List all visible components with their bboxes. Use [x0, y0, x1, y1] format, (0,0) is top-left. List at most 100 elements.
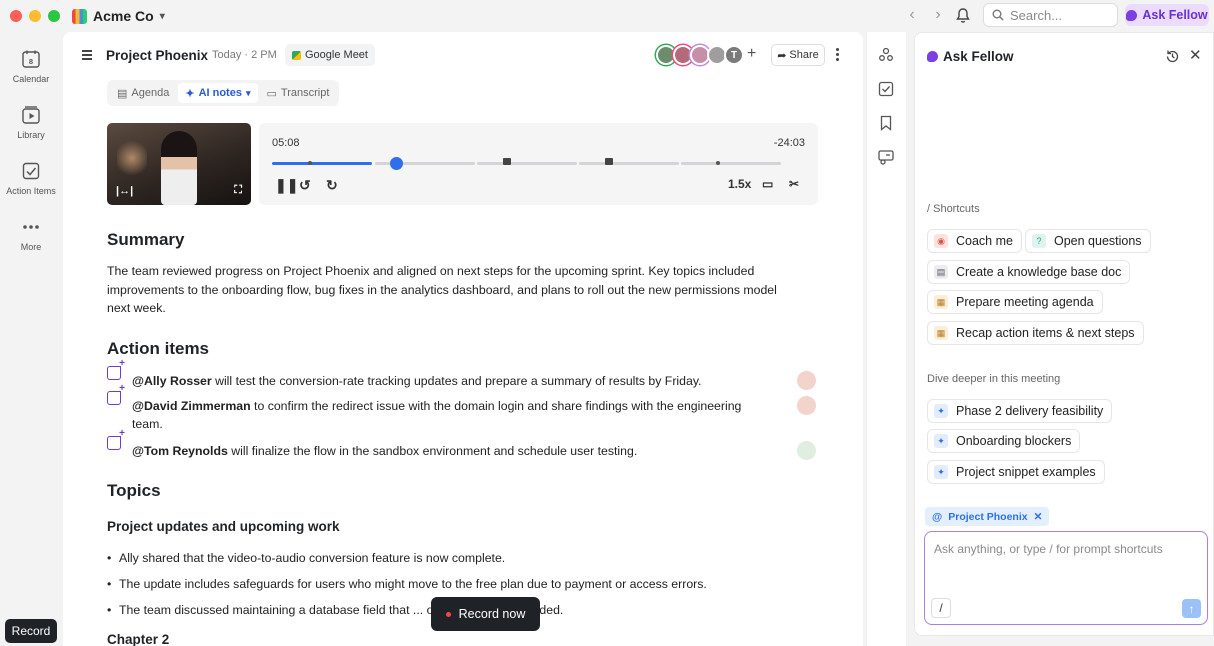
send-button[interactable]: ↑ — [1182, 599, 1201, 618]
transcript-icon: ▭ — [266, 87, 277, 100]
ask-fellow-button[interactable]: Ask Fellow — [1125, 4, 1209, 26]
shortcut-knowledge-doc[interactable]: ▤ Create a knowledge base doc — [927, 260, 1131, 284]
add-action-icon[interactable] — [107, 358, 125, 380]
shortcuts-label: / Shortcuts — [927, 203, 980, 215]
record-now-label: Record now — [458, 607, 526, 621]
rewind-15-icon[interactable]: ↺ — [299, 177, 311, 194]
calendar-icon: 8 — [22, 50, 40, 68]
participants[interactable]: T + — [656, 45, 756, 65]
ask-fellow-panel: Ask Fellow ✕ / Shortcuts ◉ Coach me ? Op… — [914, 32, 1214, 636]
back-arrow-icon[interactable]: ‹ — [902, 6, 922, 24]
expand-width-icon[interactable]: |↔| — [116, 185, 133, 197]
more-options-icon[interactable] — [836, 48, 840, 63]
presenter-icon[interactable] — [877, 148, 895, 166]
forward-arrow-icon[interactable]: › — [928, 6, 948, 24]
tab-agenda[interactable]: ▤ Agenda — [110, 83, 176, 103]
prompt-input[interactable] — [934, 542, 1194, 556]
nav-label-more: More — [20, 242, 42, 252]
progress-track[interactable] — [272, 157, 782, 170]
history-icon[interactable] — [1165, 49, 1180, 64]
record-button[interactable]: Record — [5, 619, 57, 643]
workspace-switcher[interactable]: Acme Co ▾ — [72, 6, 165, 26]
shortcut-coach-me[interactable]: ◉ Coach me — [927, 229, 1022, 253]
context-pill[interactable]: @ Project Phoenix ✕ — [925, 507, 1050, 526]
timeline-marker[interactable] — [716, 161, 720, 165]
close-window-button[interactable] — [10, 10, 22, 22]
slash-shortcut-button[interactable]: / — [931, 598, 951, 618]
conference-label: Google Meet — [305, 49, 368, 61]
add-participant-icon[interactable]: + — [747, 45, 756, 65]
bell-icon[interactable] — [955, 7, 971, 25]
clip-scissors-icon[interactable]: ✂ — [789, 177, 799, 191]
add-action-icon[interactable] — [107, 383, 125, 405]
action-item-text: @David Zimmerman to confirm the redirect… — [132, 397, 752, 433]
fellow-icon — [1126, 9, 1138, 21]
action-text: will test the conversion-rate tracking u… — [211, 374, 702, 388]
minimize-window-button[interactable] — [29, 10, 41, 22]
people-icon[interactable] — [877, 46, 895, 64]
close-icon[interactable]: ✕ — [1034, 511, 1043, 523]
action-text: will finalize the flow in the sandbox en… — [227, 444, 638, 458]
suggestion-chip[interactable]: ✦ Project snippet examples — [927, 460, 1105, 484]
assignee-mention[interactable]: @Tom Reynolds — [132, 444, 228, 458]
comment-icon[interactable]: ▭ — [762, 177, 773, 191]
meeting-time: Today · 2 PM — [212, 49, 277, 61]
chip-label: Onboarding blockers — [956, 434, 1072, 448]
action-items-heading: Action items — [107, 339, 210, 358]
tab-label: Agenda — [131, 87, 170, 99]
forward-15-icon[interactable]: ↻ — [326, 177, 338, 194]
video-thumbnail[interactable]: |↔| ⛶ — [107, 123, 251, 205]
suggestion-chip[interactable]: ✦ Phase 2 delivery feasibility — [927, 399, 1113, 423]
timeline-marker[interactable] — [308, 161, 312, 165]
assignee-mention[interactable]: @Ally Rosser — [132, 374, 212, 388]
summary-text: The team reviewed progress on Project Ph… — [107, 264, 777, 315]
record-dot-icon — [445, 611, 451, 617]
checkbox-icon[interactable] — [877, 80, 895, 98]
zoom-window-button[interactable] — [48, 10, 60, 22]
menu-icon[interactable] — [82, 50, 92, 62]
shortcut-prepare-agenda[interactable]: ▦ Prepare meeting agenda — [927, 290, 1103, 314]
suggestion-chip[interactable]: ✦ Onboarding blockers — [927, 429, 1081, 453]
fellow-icon — [927, 51, 938, 62]
bookmark-icon[interactable] — [877, 114, 895, 132]
current-time: 05:08 — [272, 137, 300, 149]
chip-label: Phase 2 delivery feasibility — [956, 404, 1104, 418]
share-button[interactable]: ➦ Share — [771, 44, 825, 66]
topic-title: Project updates and upcoming work — [107, 519, 340, 534]
nav-item-calendar[interactable]: 8 Calendar — [0, 49, 62, 84]
assignee-mention[interactable]: @David Zimmerman — [132, 399, 251, 413]
video-person — [161, 131, 197, 205]
left-nav: 8 Calendar Library Action Items More — [0, 32, 62, 646]
playback-speed[interactable]: 1.5x — [728, 177, 751, 191]
more-icon — [23, 225, 39, 229]
shortcut-open-questions[interactable]: ? Open questions — [1025, 229, 1151, 253]
comment-marker-icon[interactable] — [503, 158, 511, 165]
record-now-button[interactable]: Record now — [431, 597, 540, 631]
google-meet-link[interactable]: Google Meet — [285, 44, 375, 66]
avatar[interactable]: T — [724, 45, 744, 65]
sparkle-icon: ✦ — [934, 434, 948, 448]
search-icon — [992, 9, 1004, 21]
comment-marker-icon[interactable] — [605, 158, 613, 165]
workspace-logo-icon — [72, 8, 87, 24]
nav-item-more[interactable]: More — [0, 217, 62, 252]
search-input[interactable]: Search... — [983, 3, 1118, 27]
right-rail — [866, 32, 906, 646]
context-pill-label: Project Phoenix — [948, 510, 1028, 523]
nav-item-library[interactable]: Library — [0, 105, 62, 140]
remaining-time: -24:03 — [773, 137, 805, 149]
playhead-handle[interactable] — [390, 157, 403, 170]
title-bar: Acme Co ▾ ‹ › Search... Ask Fellow — [0, 0, 1214, 32]
shortcut-recap-action-items[interactable]: ▦ Recap action items & next steps — [927, 321, 1144, 345]
tab-transcript[interactable]: ▭ Transcript — [260, 83, 337, 103]
ask-fellow-label: Ask Fellow — [1142, 8, 1208, 22]
add-action-icon[interactable] — [107, 428, 125, 450]
dive-deeper-label: Dive deeper in this meeting — [927, 373, 1061, 385]
checkbox-icon — [22, 162, 40, 180]
nav-item-action-items[interactable]: Action Items — [0, 161, 62, 196]
pause-icon[interactable]: ❚❚ — [275, 177, 298, 194]
close-icon[interactable]: ✕ — [1189, 46, 1202, 64]
fullscreen-icon[interactable]: ⛶ — [234, 184, 242, 197]
chapter-heading: Chapter 2 — [107, 632, 170, 646]
tab-ai-notes[interactable]: ✦ AI notes ▾ — [178, 83, 258, 103]
